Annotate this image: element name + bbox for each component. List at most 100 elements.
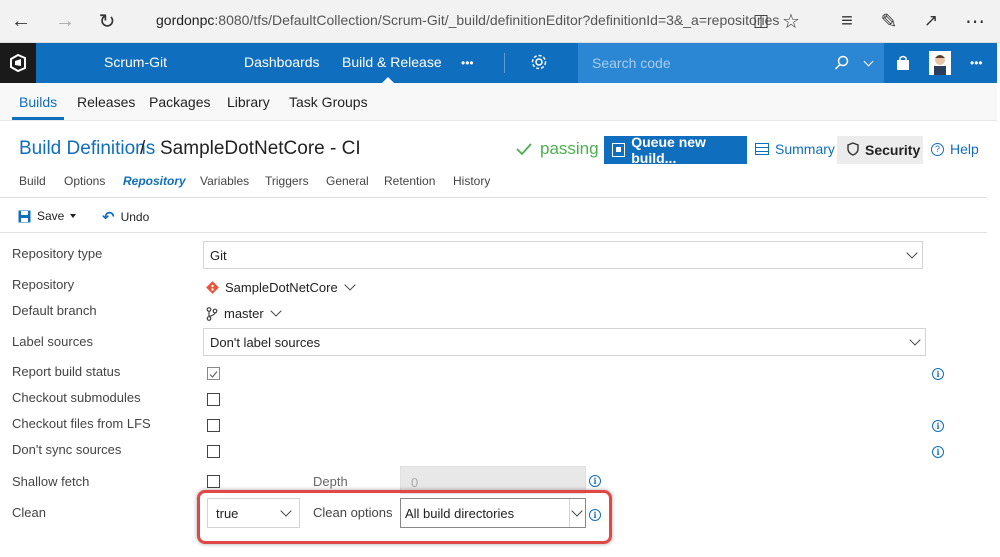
back-icon[interactable]: ←: [8, 8, 34, 34]
info-icon[interactable]: i: [589, 475, 601, 487]
passing-check-icon: [516, 142, 532, 159]
more-icon[interactable]: ⋯: [962, 8, 988, 34]
security-label: Security: [865, 142, 921, 158]
hub-task-groups[interactable]: Task Groups: [289, 94, 368, 110]
depth-value: 0: [411, 475, 419, 490]
divider: [504, 53, 505, 73]
page-title: SampleDotNetCore - CI: [160, 138, 361, 159]
checkout-submodules-checkbox[interactable]: [207, 393, 220, 406]
shallow-fetch-label: Shallow fetch: [12, 474, 90, 489]
project-name[interactable]: Scrum-Git: [104, 54, 167, 70]
hub-releases[interactable]: Releases: [77, 94, 135, 110]
tab-repository[interactable]: Repository: [123, 174, 186, 188]
repository-picker[interactable]: SampleDotNetCore: [206, 278, 356, 295]
repository-value: SampleDotNetCore: [225, 280, 338, 295]
tab-variables[interactable]: Variables: [200, 174, 249, 188]
chevron-down-icon: [906, 247, 918, 259]
vsts-logo-icon[interactable]: [0, 43, 36, 83]
repository-type-label: Repository type: [12, 246, 103, 261]
save-label: Save: [37, 209, 65, 223]
info-icon[interactable]: i: [932, 368, 944, 380]
search-icon[interactable]: [834, 55, 850, 74]
forward-icon[interactable]: →: [52, 8, 78, 34]
help-button[interactable]: ? Help: [931, 141, 979, 157]
search-box[interactable]: Search code: [578, 43, 884, 83]
user-menu-button[interactable]: •••: [970, 56, 983, 70]
active-hub-indicator: [12, 117, 64, 120]
hub-packages[interactable]: Packages: [149, 94, 210, 110]
build-status-badge: passing: [540, 139, 599, 158]
summary-table-icon: [755, 143, 769, 155]
help-label: Help: [950, 141, 979, 157]
more-tabs-button[interactable]: •••: [461, 56, 474, 70]
queue-icon: [612, 143, 626, 157]
default-branch-value: master: [224, 306, 264, 321]
report-build-status-checkbox[interactable]: [207, 367, 220, 380]
hub-icon[interactable]: ≡: [834, 8, 860, 34]
security-button[interactable]: Security: [837, 136, 923, 164]
tab-dashboards[interactable]: Dashboards: [244, 54, 320, 70]
checkmark-icon: [209, 371, 218, 378]
editor-toolbar: Save ↶ Undo: [0, 197, 987, 233]
breadcrumb-build-definitions[interactable]: Build Definitions: [19, 138, 155, 160]
chevron-down-icon: [909, 334, 921, 346]
tab-general[interactable]: General: [326, 174, 369, 188]
share-icon[interactable]: ↗: [918, 8, 944, 34]
breadcrumb-separator: /: [140, 138, 146, 159]
browser-toolbar: ← → ↻ gordonpc:8080/tfs/DefaultCollectio…: [0, 0, 1000, 43]
pen-icon[interactable]: ✎: [876, 8, 902, 34]
git-diamond-icon: [206, 281, 219, 294]
url-path: :8080/tfs/DefaultCollection/Scrum-Git/_b…: [214, 12, 780, 28]
repository-label: Repository: [12, 277, 75, 292]
settings-gear-icon[interactable]: [530, 53, 550, 73]
hub-builds[interactable]: Builds: [19, 94, 57, 110]
search-placeholder: Search code: [592, 55, 671, 71]
summary-button[interactable]: Summary: [755, 141, 835, 157]
undo-icon: ↶: [102, 209, 115, 226]
chevron-down-icon: [270, 304, 282, 317]
dont-sync-sources-label: Don't sync sources: [12, 442, 122, 457]
checkout-submodules-label: Checkout submodules: [12, 390, 141, 405]
tab-build[interactable]: Build: [19, 174, 46, 188]
avatar[interactable]: [929, 51, 951, 75]
shallow-fetch-checkbox[interactable]: [207, 475, 220, 488]
tab-build-release[interactable]: Build & Release: [342, 54, 442, 70]
hub-bar: Builds Releases Packages Library Task Gr…: [0, 83, 997, 121]
search-scope-chevron-icon[interactable]: [863, 56, 874, 67]
clean-options-highlight: [197, 490, 612, 544]
save-button[interactable]: Save: [18, 209, 77, 223]
chevron-down-icon: [344, 278, 356, 291]
address-bar[interactable]: gordonpc:8080/tfs/DefaultCollection/Scru…: [156, 12, 779, 28]
queue-new-build-button[interactable]: Queue new build...: [604, 134, 747, 166]
repository-type-value: Git: [210, 247, 227, 263]
repository-type-select[interactable]: Git: [203, 241, 923, 269]
undo-button[interactable]: ↶ Undo: [102, 208, 149, 226]
default-branch-label: Default branch: [12, 303, 97, 318]
refresh-icon[interactable]: ↻: [94, 8, 120, 34]
save-disk-icon: [18, 210, 31, 222]
shield-icon: [847, 141, 859, 159]
marketplace-bag-icon[interactable]: [895, 55, 911, 74]
dont-sync-sources-checkbox[interactable]: [207, 445, 220, 458]
label-sources-select[interactable]: Don't label sources: [203, 328, 926, 356]
hub-library[interactable]: Library: [227, 94, 270, 110]
depth-label: Depth: [313, 474, 348, 489]
clean-label: Clean: [12, 505, 46, 520]
info-icon[interactable]: i: [932, 420, 944, 432]
url-host: gordonpc: [156, 12, 215, 28]
info-icon[interactable]: i: [932, 446, 944, 458]
tab-triggers[interactable]: Triggers: [265, 174, 309, 188]
tab-history[interactable]: History: [453, 174, 490, 188]
summary-label: Summary: [775, 141, 835, 157]
queue-new-build-label: Queue new build...: [631, 134, 706, 166]
tab-options[interactable]: Options: [64, 174, 105, 188]
reading-view-icon[interactable]: ◫: [748, 8, 774, 34]
report-build-status-label: Report build status: [12, 364, 121, 379]
label-sources-label: Label sources: [12, 334, 93, 349]
save-dropdown-caret-icon: [70, 214, 77, 218]
label-sources-value: Don't label sources: [210, 334, 321, 350]
favorite-star-icon[interactable]: ☆: [778, 8, 804, 34]
branch-picker[interactable]: master: [206, 304, 282, 321]
checkout-lfs-checkbox[interactable]: [207, 419, 220, 432]
tab-retention[interactable]: Retention: [384, 174, 435, 188]
